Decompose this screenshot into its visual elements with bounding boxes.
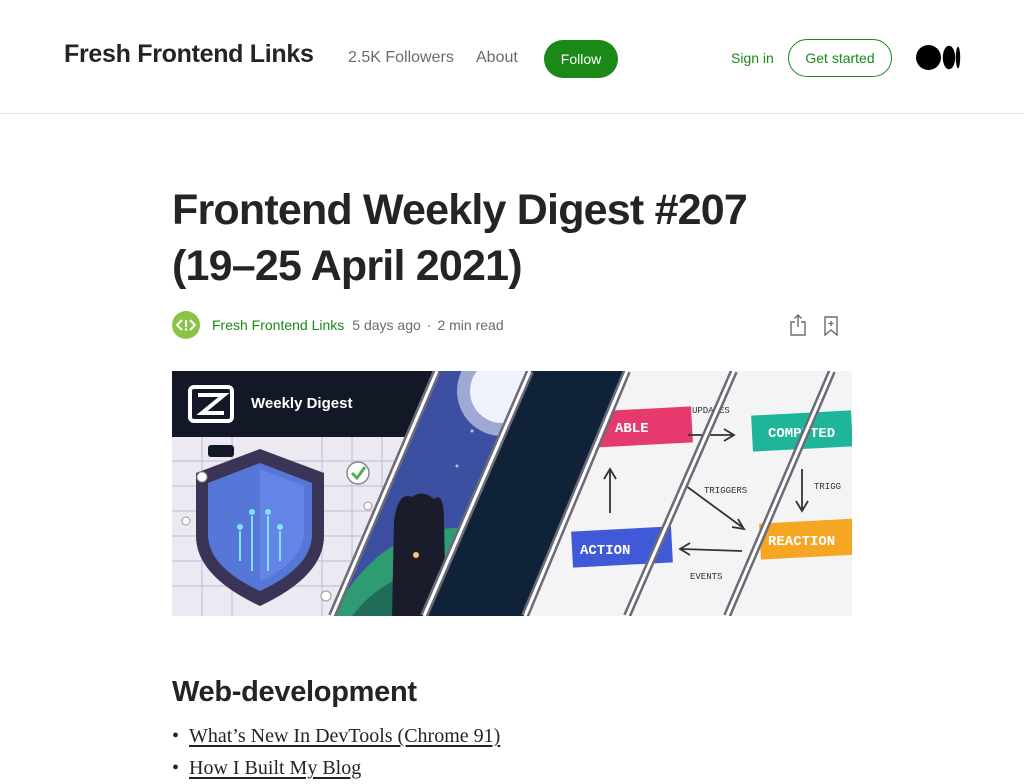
sign-in-link[interactable]: Sign in [731, 50, 774, 66]
hero-label-triggers: TRIGGERS [704, 486, 747, 496]
article-byline: Fresh Frontend Links 5 days ago · 2 min … [172, 311, 504, 339]
hero-label-events: EVENTS [690, 572, 722, 582]
hero-label-trigg: TRIGG [814, 482, 841, 492]
section-heading: Web-development [172, 676, 417, 708]
article-title-line-1: Frontend Weekly Digest #207 [172, 186, 748, 234]
link-list: What’s New In DevTools (Chrome 91) How I… [172, 720, 500, 784]
article-title-line-2: (19–25 April 2021) [172, 242, 523, 290]
hero-brand-text: Weekly Digest [251, 395, 352, 412]
publication-title[interactable]: Fresh Frontend Links [64, 40, 314, 69]
top-navigation-bar: Fresh Frontend Links 2.5K Followers Abou… [0, 0, 1024, 114]
article-link[interactable]: How I Built My Blog [189, 757, 361, 779]
author-avatar[interactable] [172, 311, 200, 339]
followers-count[interactable]: 2.5K Followers [348, 49, 454, 67]
bookmark-icon[interactable] [823, 316, 839, 336]
author-name[interactable]: Fresh Frontend Links [212, 317, 344, 333]
get-started-button[interactable]: Get started [788, 39, 892, 77]
hero-image: Weekly Digest app-sc [172, 371, 852, 616]
posted-time: 5 days ago [352, 317, 421, 333]
meta-separator: · [426, 317, 432, 333]
hero-label-able: ABLE [615, 421, 649, 437]
follow-button[interactable]: Follow [544, 40, 618, 78]
share-icon[interactable] [789, 314, 807, 336]
article-title: Frontend Weekly Digest #207 (19–25 April… [172, 182, 832, 294]
list-item: How I Built My Blog [172, 752, 500, 784]
read-time: 2 min read [437, 317, 504, 333]
hero-label-action: ACTION [580, 543, 630, 559]
medium-logo-icon[interactable] [916, 45, 961, 70]
list-item: What’s New In DevTools (Chrome 91) [172, 720, 500, 752]
hero-label-reaction: REACTION [768, 534, 835, 550]
article-link[interactable]: What’s New In DevTools (Chrome 91) [189, 725, 500, 747]
code-brackets-icon [176, 319, 196, 331]
about-link[interactable]: About [476, 49, 518, 67]
